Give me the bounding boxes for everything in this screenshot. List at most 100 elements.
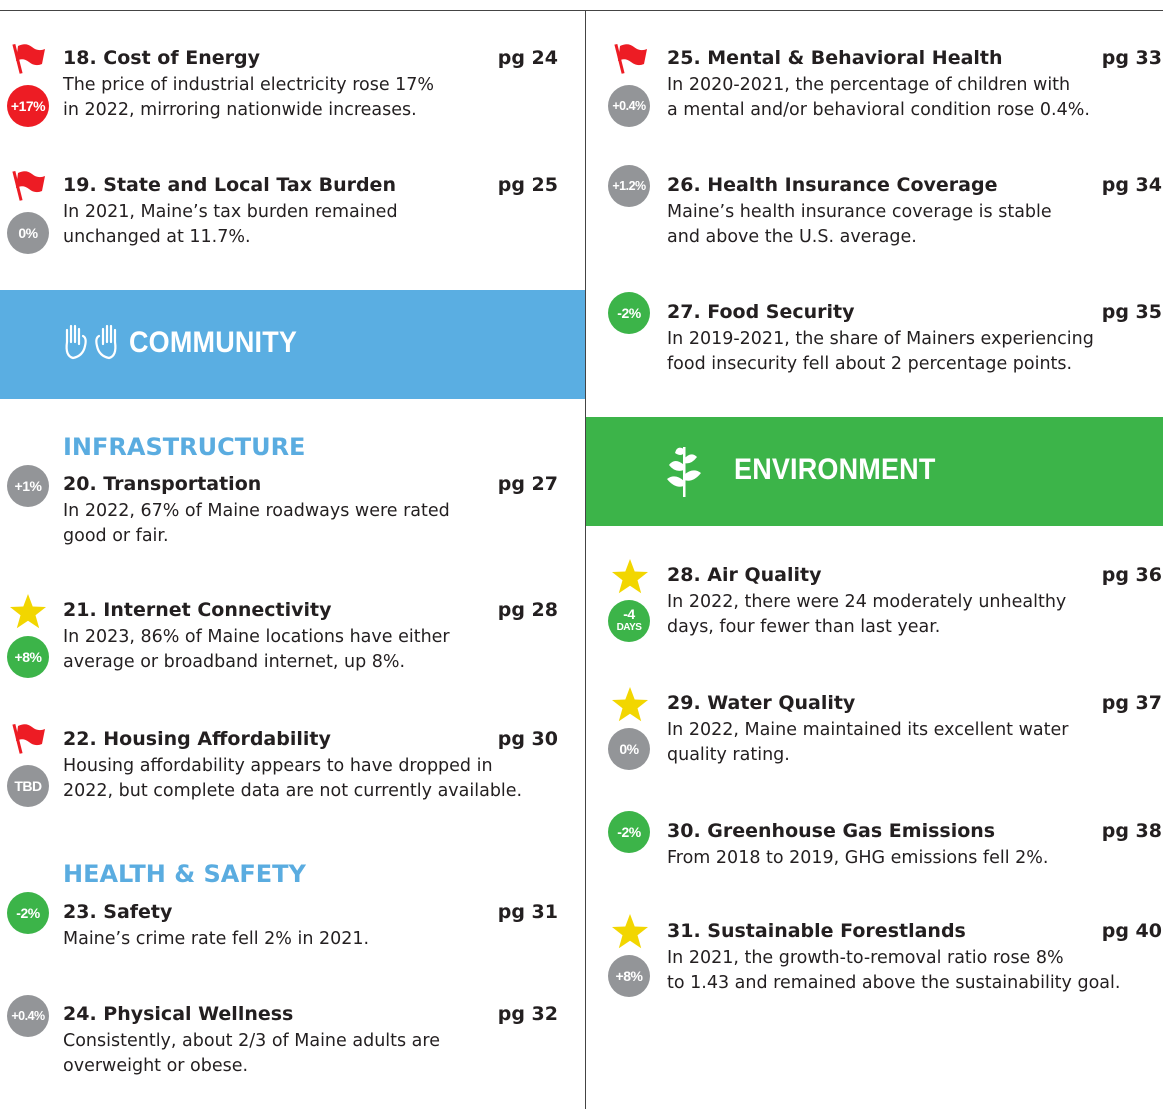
indicator-20[interactable]: 20. Transportation pg 27 In 2022, 67% of … — [63, 473, 558, 549]
page-reference[interactable]: pg 40 — [1102, 920, 1162, 942]
indicator-title: 23. Safety — [63, 901, 173, 923]
environment-banner: ENVIRONMENT — [586, 417, 1163, 526]
gold-star-icon — [612, 914, 648, 949]
description-line: unchanged at 11.7%. — [63, 227, 251, 247]
indicator-29[interactable]: 29. Water Quality pg 37 In 2022, Maine ma… — [667, 692, 1162, 768]
description-line: overweight or obese. — [63, 1056, 249, 1076]
page-reference[interactable]: pg 35 — [1102, 301, 1162, 323]
page-reference[interactable]: pg 36 — [1102, 564, 1162, 586]
page-reference[interactable]: pg 38 — [1102, 820, 1162, 842]
red-flag-icon — [12, 43, 45, 74]
change-badge: +1% — [7, 465, 49, 507]
page-reference[interactable]: pg 34 — [1102, 174, 1162, 196]
change-badge: 0% — [608, 728, 650, 770]
page-reference[interactable]: pg 32 — [498, 1003, 558, 1025]
page-reference[interactable]: pg 25 — [498, 174, 558, 196]
indicator-title: 21. Internet Connectivity — [63, 599, 332, 621]
description-line: 2022, but complete data are not currentl… — [63, 781, 523, 801]
indicator-23[interactable]: 23. Safety pg 31 Maine’s crime rate fell … — [63, 901, 558, 952]
change-badge: +0.4% — [7, 995, 49, 1037]
change-badge: 0% — [7, 212, 49, 254]
indicator-title: 29. Water Quality — [667, 692, 856, 714]
page-reference[interactable]: pg 37 — [1102, 692, 1162, 714]
indicator-19[interactable]: 19. State and Local Tax Burden pg 25 In 2… — [63, 174, 558, 250]
page-reference[interactable]: pg 31 — [498, 901, 558, 923]
indicator-title: 26. Health Insurance Coverage — [667, 174, 998, 196]
indicator-title: 19. State and Local Tax Burden — [63, 174, 396, 196]
description-line: The price of industrial electricity rose… — [63, 75, 435, 95]
change-badge: TBD — [7, 765, 49, 807]
red-flag-icon — [12, 170, 45, 201]
description-line: average or broadband internet, up 8%. — [63, 652, 406, 672]
indicator-26[interactable]: 26. Health Insurance Coverage pg 34 Maine… — [667, 174, 1162, 250]
change-badge: -2% — [608, 811, 650, 853]
description-line: food insecurity fell about 2 percentage … — [667, 354, 1073, 374]
community-banner: COMMUNITY — [0, 290, 585, 399]
page-reference[interactable]: pg 27 — [498, 473, 558, 495]
change-badge: +0.4% — [608, 85, 650, 127]
subsection-heading: HEALTH & SAFETY — [63, 860, 306, 888]
description-line: In 2022, Maine maintained its excellent … — [667, 720, 1069, 740]
section-title: ENVIRONMENT — [734, 453, 936, 486]
description-line: In 2022, 67% of Maine roadways were rate… — [63, 501, 450, 521]
description-line: Housing affordability appears to have dr… — [63, 756, 493, 776]
indicator-18[interactable]: 18. Cost of Energy pg 24 The price of ind… — [63, 47, 558, 123]
badge-unit: DAYS — [616, 622, 642, 633]
change-badge: +17% — [7, 85, 49, 127]
description-line: In 2023, 86% of Maine locations have eit… — [63, 627, 450, 647]
description-line: In 2021, the growth-to-removal ratio ros… — [667, 948, 1064, 968]
description-line: From 2018 to 2019, GHG emissions fell 2%… — [667, 848, 1049, 868]
gold-star-icon — [10, 594, 46, 629]
description-line: a mental and/or behavioral condition ros… — [667, 100, 1090, 120]
change-badge: -4 DAYS — [608, 600, 650, 642]
change-badge: -2% — [7, 892, 49, 934]
description-line: days, four fewer than last year. — [667, 617, 941, 637]
indicator-31[interactable]: 31. Sustainable Forestlands pg 40 In 2021… — [667, 920, 1162, 996]
description-line: Maine’s health insurance coverage is sta… — [667, 202, 1052, 222]
section-title: COMMUNITY — [129, 326, 298, 359]
column-divider — [585, 10, 586, 1109]
description-line: good or fair. — [63, 526, 169, 546]
indicator-28[interactable]: 28. Air Quality pg 36 In 2022, there were… — [667, 564, 1162, 640]
plant-icon — [667, 447, 701, 497]
gold-star-icon — [612, 687, 648, 722]
description-line: to 1.43 and remained above the sustainab… — [667, 973, 1121, 993]
indicator-30[interactable]: 30. Greenhouse Gas Emissions pg 38 From 2… — [667, 820, 1162, 871]
gold-star-icon — [612, 559, 648, 594]
indicator-title: 24. Physical Wellness — [63, 1003, 294, 1025]
indicator-title: 22. Housing Affordability — [63, 728, 331, 750]
indicator-title: 20. Transportation — [63, 473, 262, 495]
indicator-25[interactable]: 25. Mental & Behavioral Health pg 33 In 2… — [667, 47, 1162, 123]
red-flag-icon — [12, 723, 45, 754]
badge-value: -4 — [623, 606, 635, 622]
indicator-title: 27. Food Security — [667, 301, 855, 323]
red-flag-icon — [614, 43, 647, 74]
indicator-21[interactable]: 21. Internet Connectivity pg 28 In 2023, … — [63, 599, 558, 675]
description-line: in 2022, mirroring nationwide increases. — [63, 100, 417, 120]
page-reference[interactable]: pg 24 — [498, 47, 558, 69]
change-badge: -2% — [608, 292, 650, 334]
change-badge: +1.2% — [608, 165, 650, 207]
page-reference[interactable]: pg 30 — [498, 728, 558, 750]
top-rule — [0, 10, 1163, 11]
description-line: and above the U.S. average. — [667, 227, 917, 247]
indicator-title: 28. Air Quality — [667, 564, 822, 586]
description-line: In 2020-2021, the percentage of children… — [667, 75, 1071, 95]
indicator-27[interactable]: 27. Food Security pg 35 In 2019-2021, the… — [667, 301, 1162, 377]
indicator-title: 18. Cost of Energy — [63, 47, 260, 69]
description-line: In 2022, there were 24 moderately unheal… — [667, 592, 1067, 612]
description-line: Consistently, about 2/3 of Maine adults … — [63, 1031, 440, 1051]
description-line: Maine’s crime rate fell 2% in 2021. — [63, 929, 370, 949]
indicator-title: 30. Greenhouse Gas Emissions — [667, 820, 996, 842]
description-line: In 2021, Maine’s tax burden remained — [63, 202, 398, 222]
indicator-22[interactable]: 22. Housing Affordability pg 30 Housing a… — [63, 728, 558, 804]
description-line: quality rating. — [667, 745, 790, 765]
change-badge: +8% — [608, 955, 650, 997]
page-reference[interactable]: pg 28 — [498, 599, 558, 621]
indicator-title: 31. Sustainable Forestlands — [667, 920, 966, 942]
indicator-24[interactable]: 24. Physical Wellness pg 32 Consistently,… — [63, 1003, 558, 1079]
indicator-title: 25. Mental & Behavioral Health — [667, 47, 1003, 69]
page-reference[interactable]: pg 33 — [1102, 47, 1162, 69]
hands-icon — [65, 324, 117, 360]
description-line: In 2019-2021, the share of Mainers exper… — [667, 329, 1094, 349]
